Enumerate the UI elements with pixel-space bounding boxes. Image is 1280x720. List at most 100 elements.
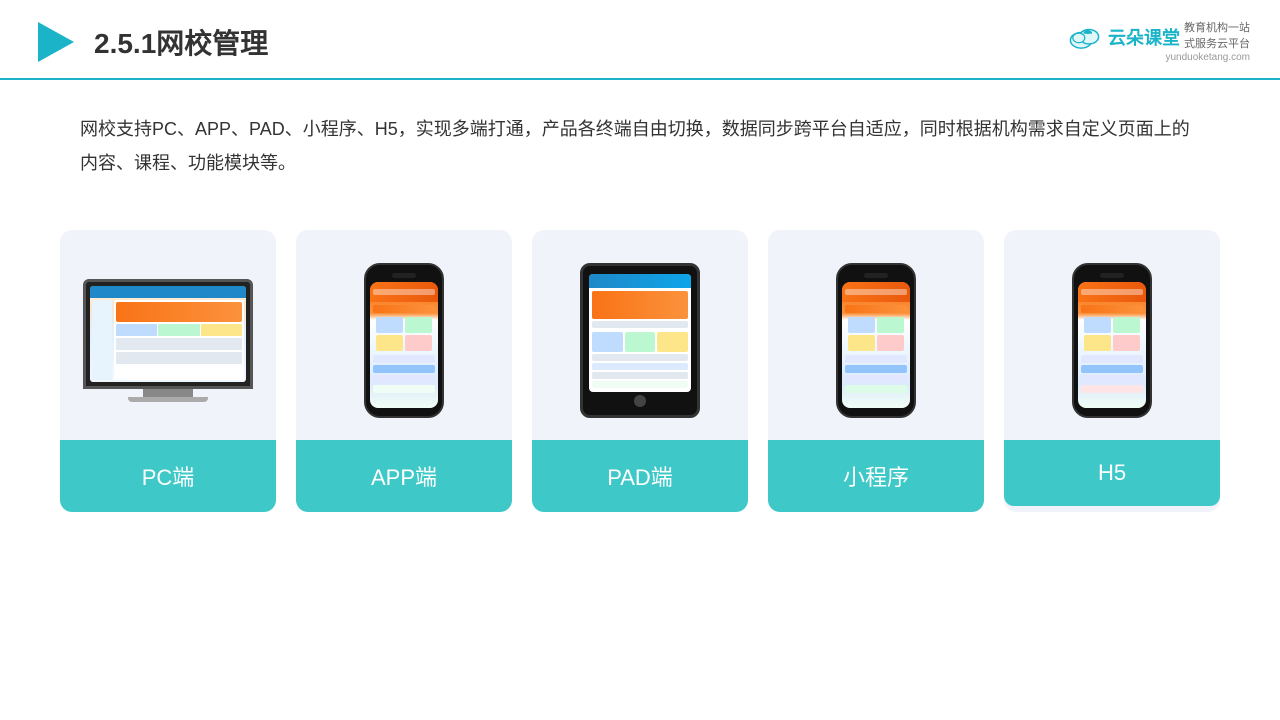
- tablet-row-3: [592, 363, 688, 370]
- pc-sidebar: [92, 300, 112, 380]
- h5-device: [1072, 263, 1152, 418]
- card-app-label: APP端: [296, 440, 512, 512]
- phone-header: [370, 282, 438, 302]
- tablet-col-1: [592, 332, 623, 352]
- card-miniapp-image: [768, 230, 984, 440]
- card-miniapp: 小程序: [768, 230, 984, 512]
- description: 网校支持PC、APP、PAD、小程序、H5，实现多端打通，产品各终端自由切换，数…: [0, 80, 1280, 200]
- pc-cards: [116, 324, 242, 336]
- h5-header: [1078, 282, 1146, 302]
- pad-device: [580, 263, 700, 418]
- tablet-screen: [589, 274, 691, 392]
- miniapp-content: [842, 302, 910, 396]
- header-right: 云朵课堂 教育机构一站 式服务云平台 yunduoketang.com: [1068, 21, 1250, 63]
- logo-icon: [30, 18, 78, 66]
- cards-container: PC端: [0, 210, 1280, 512]
- tablet-nav: [589, 274, 691, 288]
- pc-main: [114, 300, 244, 380]
- h5-grid-1: [1084, 317, 1111, 333]
- h5-grid-3: [1084, 335, 1111, 351]
- card-pad-label: PAD端: [532, 440, 748, 512]
- miniapp-row-4: [845, 375, 907, 383]
- card-h5-image: [1004, 230, 1220, 440]
- phone-row-1: [373, 305, 435, 313]
- miniapp-row-3: [845, 365, 907, 373]
- h5-grid-2: [1113, 317, 1140, 333]
- h5-row-1: [1081, 305, 1143, 313]
- phone-row-3: [373, 365, 435, 373]
- card-miniapp-label: 小程序: [768, 440, 984, 512]
- miniapp-header: [842, 282, 910, 302]
- h5-screen: [1078, 282, 1146, 408]
- card-pc: PC端: [60, 230, 276, 512]
- pc-screen-inner: [90, 286, 246, 382]
- card-pc-image: [60, 230, 276, 440]
- pc-banner: [116, 302, 242, 322]
- pc-row-1: [116, 338, 242, 350]
- tablet-row-1: [592, 321, 688, 328]
- h5-row-5: [1081, 385, 1143, 393]
- miniapp-grid-1: [848, 317, 875, 333]
- pc-device: [83, 279, 253, 402]
- card-pad-image: [532, 230, 748, 440]
- phone-grid-1: [373, 315, 435, 353]
- phone-grid-item-1: [376, 317, 403, 333]
- miniapp-notch: [864, 273, 888, 278]
- phone-grid-item-2: [405, 317, 432, 333]
- pc-card-2: [158, 324, 199, 336]
- h5-row-3: [1081, 365, 1143, 373]
- h5-header-bar: [1081, 289, 1143, 295]
- card-pad: PAD端: [532, 230, 748, 512]
- miniapp-screen: [842, 282, 910, 408]
- tablet-banner: [592, 291, 688, 319]
- card-app: APP端: [296, 230, 512, 512]
- miniapp-row-2: [845, 355, 907, 363]
- miniapp-device: [836, 263, 916, 418]
- phone-row-2: [373, 355, 435, 363]
- tablet-col-3: [657, 332, 688, 352]
- miniapp-grid: [845, 315, 907, 353]
- phone-grid-item-4: [405, 335, 432, 351]
- cloud-icon: [1068, 23, 1104, 51]
- pc-cards-3: [116, 352, 242, 364]
- pc-card-1: [116, 324, 157, 336]
- brand-tagline: 教育机构一站 式服务云平台: [1184, 21, 1250, 52]
- pc-nav-bar: [90, 286, 246, 298]
- h5-notch: [1100, 273, 1124, 278]
- phone-content: [370, 302, 438, 396]
- tablet-row-4: [592, 372, 688, 379]
- phone-row-5: [373, 385, 435, 393]
- pc-base: [128, 397, 208, 402]
- phone-notch: [392, 273, 416, 278]
- brand-logo: 云朵课堂 教育机构一站 式服务云平台 yunduoketang.com: [1068, 21, 1250, 63]
- h5-row-4: [1081, 375, 1143, 383]
- phone-row-4: [373, 375, 435, 383]
- miniapp-row-5: [845, 385, 907, 393]
- tablet-grid: [592, 332, 688, 352]
- phone-screen: [370, 282, 438, 408]
- h5-row-2: [1081, 355, 1143, 363]
- h5-content: [1078, 302, 1146, 396]
- miniapp-grid-2: [877, 317, 904, 333]
- pc-screen-outer: [83, 279, 253, 389]
- pc-stand: [143, 389, 193, 397]
- pc-body: [90, 298, 246, 382]
- h5-grid-4: [1113, 335, 1140, 351]
- brand-icon-wrap: 云朵课堂 教育机构一站 式服务云平台: [1068, 21, 1250, 52]
- header-left: 2.5.1网校管理: [30, 18, 268, 66]
- tablet-row-5: [592, 381, 688, 388]
- miniapp-header-bar: [845, 289, 907, 295]
- pc-row-2: [116, 352, 242, 364]
- brand-name: 云朵课堂: [1108, 24, 1180, 50]
- tablet-home-btn: [634, 395, 646, 407]
- pc-screen-content: [90, 286, 246, 382]
- card-h5-label: H5: [1004, 440, 1220, 506]
- tablet-col-2: [625, 332, 656, 352]
- app-device: [364, 263, 444, 418]
- pc-cards-2: [116, 338, 242, 350]
- miniapp-row-1: [845, 305, 907, 313]
- description-text: 网校支持PC、APP、PAD、小程序、H5，实现多端打通，产品各终端自由切换，数…: [80, 119, 1190, 173]
- tablet-content: [589, 288, 691, 391]
- page-title: 2.5.1网校管理: [94, 22, 268, 62]
- miniapp-grid-3: [848, 335, 875, 351]
